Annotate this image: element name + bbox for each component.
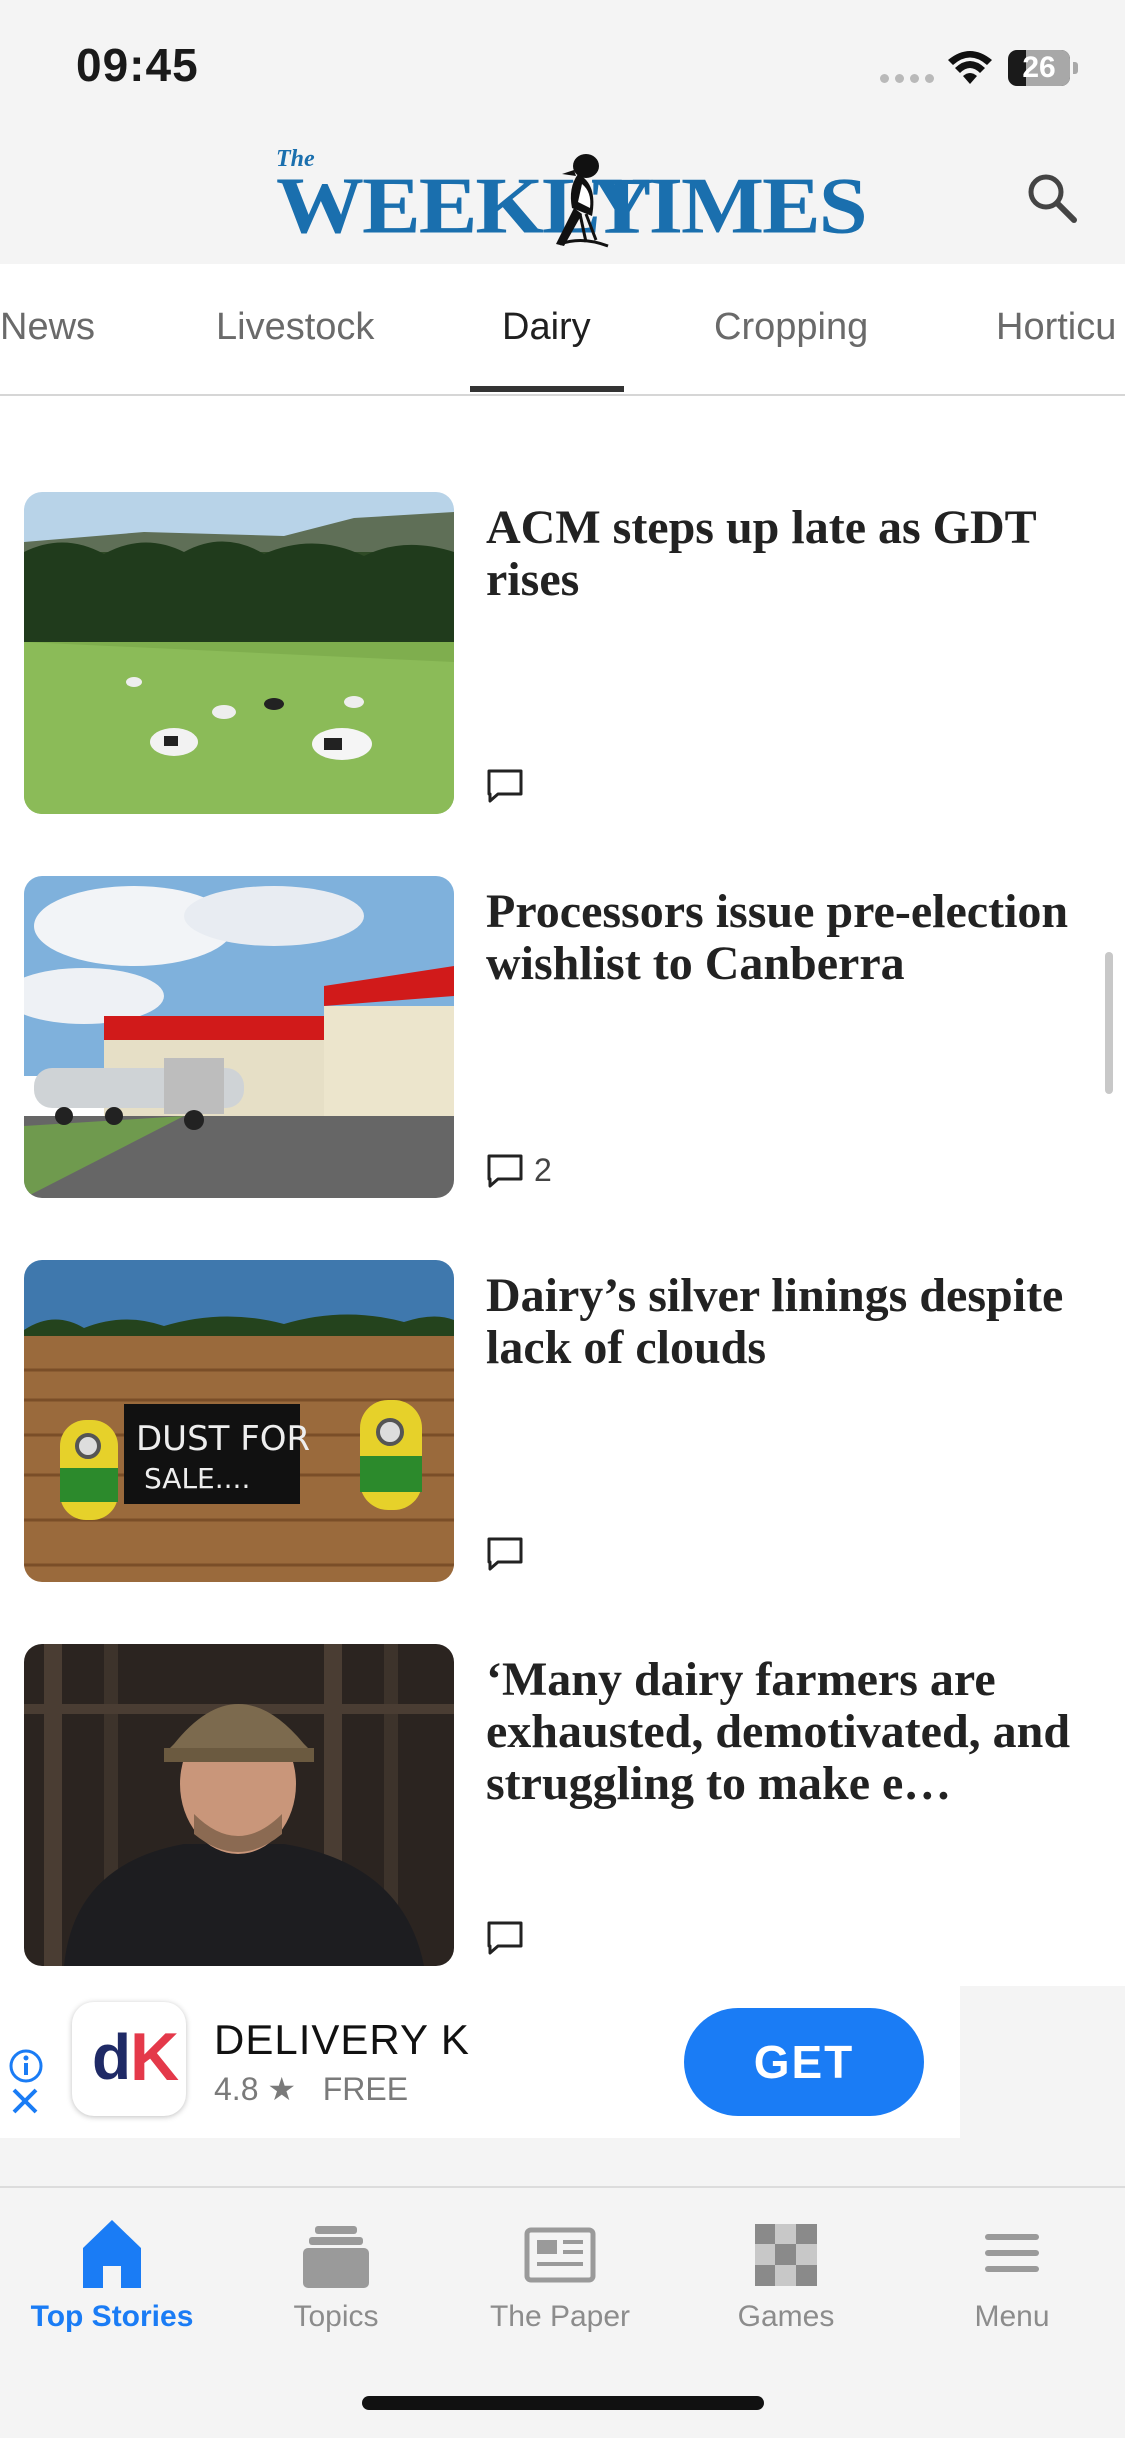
farmer-portrait-photo[interactable] xyxy=(24,1644,454,1966)
home-indicator[interactable] xyxy=(362,2396,764,2410)
logo-word-times: TIMES xyxy=(592,161,868,252)
comment-count: 2 xyxy=(534,1152,552,1188)
article-item[interactable]: Processors issue pre-election wishlist t… xyxy=(0,876,1125,1206)
battery-tip xyxy=(1073,62,1078,74)
article-headline[interactable]: ACM steps up late as GDT rises xyxy=(486,502,1096,606)
nav-label: Topics xyxy=(293,2300,379,2333)
svg-text:DUST FOR: DUST FOR xyxy=(136,1419,310,1459)
nav-label: The Paper xyxy=(489,2300,631,2333)
ad-rating: 4.8 ★ xyxy=(214,2071,297,2107)
tab-dairy[interactable]: Dairy xyxy=(502,306,591,349)
nav-label: Games xyxy=(737,2300,835,2333)
info-icon[interactable] xyxy=(8,2048,44,2084)
ad-banner[interactable]: d K DELIVERY K 4.8 ★ FREE GET xyxy=(0,1986,960,2138)
battery-level: 26 xyxy=(1022,51,1056,84)
scroll-indicator[interactable] xyxy=(1105,952,1113,1094)
battery-indicator: 26 xyxy=(1008,50,1070,86)
nav-label: Top Stories xyxy=(30,2300,194,2333)
ad-price: FREE xyxy=(322,2071,409,2107)
home-icon xyxy=(83,2220,141,2288)
search-icon[interactable] xyxy=(1022,168,1082,228)
app-icon-letter-k: K xyxy=(130,2019,180,2095)
comment-button[interactable] xyxy=(486,1536,534,1572)
masthead-logo[interactable]: The WEEKLY TIMES xyxy=(276,146,868,256)
category-tabs: News Livestock Dairy Cropping Horticu xyxy=(0,264,1125,396)
milk-tanker-factory-photo[interactable] xyxy=(24,876,454,1198)
comment-icon xyxy=(487,1921,523,1955)
signal-dots-icon xyxy=(880,74,934,83)
tab-cropping[interactable]: Cropping xyxy=(714,306,868,349)
app-icon-letter-d: d xyxy=(92,2021,131,2093)
active-tab-indicator xyxy=(470,386,624,392)
stack-icon xyxy=(303,2226,369,2288)
status-bar: 09:45 26 xyxy=(0,0,1125,132)
article-item[interactable]: ‘Many dairy farmers are exhausted, demot… xyxy=(0,1644,1125,1974)
comment-button[interactable] xyxy=(486,768,534,804)
svg-text:SALE....: SALE.... xyxy=(144,1462,250,1495)
get-button[interactable]: GET xyxy=(684,2008,924,2116)
comment-icon xyxy=(487,769,523,803)
nav-topics[interactable]: Topics xyxy=(236,2212,436,2334)
dust-for-sale-field-photo[interactable]: DUST FOR SALE.... xyxy=(24,1260,454,1582)
nav-label: Menu xyxy=(974,2300,1050,2333)
comment-icon xyxy=(487,1537,523,1571)
close-icon[interactable] xyxy=(10,2086,40,2116)
ad-title[interactable]: DELIVERY K xyxy=(214,2016,470,2064)
article-list: ACM steps up late as GDT rises Processor… xyxy=(0,396,1125,1986)
tab-livestock[interactable]: Livestock xyxy=(216,306,374,349)
comment-icon xyxy=(487,1154,523,1187)
nav-games[interactable]: Games xyxy=(686,2212,886,2334)
checker-icon xyxy=(755,2224,817,2286)
nav-menu[interactable]: Menu xyxy=(912,2212,1112,2334)
status-time: 09:45 xyxy=(76,39,199,91)
tab-news[interactable]: News xyxy=(0,306,95,349)
nav-the-paper[interactable]: The Paper xyxy=(460,2212,660,2334)
app-icon[interactable]: d K xyxy=(72,2002,186,2116)
hamburger-icon xyxy=(985,2234,1039,2272)
comment-button[interactable]: 2 xyxy=(486,1152,552,1189)
newspaper-icon xyxy=(524,2227,596,2283)
tab-horticulture[interactable]: Horticu xyxy=(996,306,1116,349)
article-item[interactable]: ACM steps up late as GDT rises xyxy=(0,492,1125,822)
article-headline[interactable]: Processors issue pre-election wishlist t… xyxy=(486,886,1096,990)
ad-meta: 4.8 ★ FREE xyxy=(214,2070,408,2108)
wifi-icon xyxy=(948,51,992,84)
comment-button[interactable] xyxy=(486,1920,534,1956)
article-headline[interactable]: Dairy’s silver linings despite lack of c… xyxy=(486,1270,1096,1374)
nav-top-stories[interactable]: Top Stories xyxy=(12,2212,212,2334)
cows-grazing-photo[interactable] xyxy=(24,492,454,814)
article-item[interactable]: DUST FOR SALE.... Dairy’s silver linings… xyxy=(0,1260,1125,1590)
article-headline[interactable]: ‘Many dairy farmers are exhausted, demot… xyxy=(486,1654,1096,1810)
